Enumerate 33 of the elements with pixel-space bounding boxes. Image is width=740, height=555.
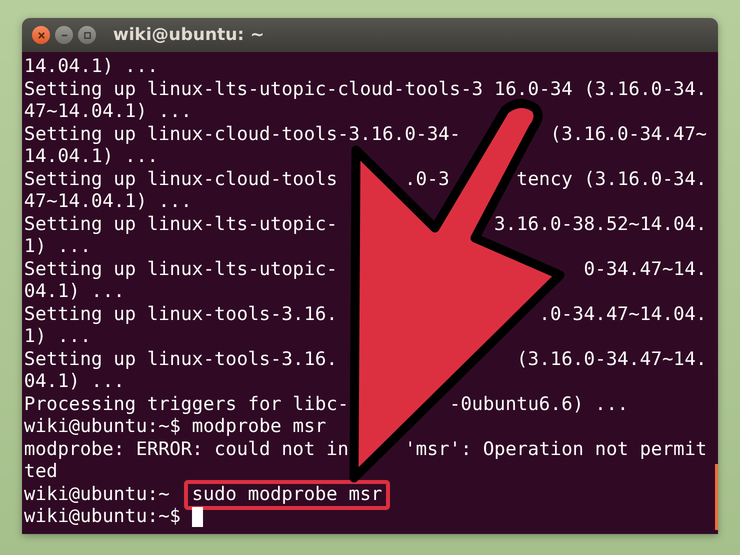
- terminal-text: -0ubuntu6.6) ...: [449, 394, 628, 416]
- terminal-text: wiki@ubuntu:~$ modprobe msr: [24, 416, 326, 438]
- terminal-text: 16.0-34 (3.16.0-34.: [494, 78, 707, 101]
- terminal-text: tency (3.16.0-34.: [516, 168, 707, 191]
- terminal-text: 14.04.1) ...: [24, 146, 158, 168]
- terminal-text: 47~14.04.1) ...: [24, 191, 192, 214]
- terminal-text: 04.1) ...: [24, 281, 125, 304]
- terminal-text: sudo modprobe msr: [192, 484, 382, 505]
- terminal-text: Setting up linux-tools-3.16.: [24, 304, 338, 326]
- terminal-text: 'msr': Operation not permit: [404, 438, 707, 461]
- terminal-text: Setting up linux-cloud-tools-3.16.0-34-: [24, 124, 461, 146]
- terminal-text: Setting up linux-lts-utopic-cloud-tools-3: [24, 78, 483, 101]
- terminal-text: Setting up linux-cloud-tools: [24, 168, 338, 191]
- terminal-text: 0-34.47~14.: [584, 258, 707, 281]
- terminal-text: Setting up linux-lts-utopic-: [24, 258, 338, 281]
- terminal-text: (3.16.0-34.47~14.: [516, 348, 707, 371]
- terminal-text: 14.04.1) ...: [24, 56, 158, 78]
- terminal-text: Processing triggers for libc-: [24, 394, 349, 416]
- terminal-text: .0-3: [404, 168, 450, 191]
- terminal-text: 47~14.04.1) ...: [24, 101, 192, 124]
- terminal-text: modprobe: ERROR: could not in: [24, 438, 349, 461]
- window-title: wiki@ubuntu: ~: [113, 25, 264, 45]
- terminal-text: ted: [24, 461, 58, 484]
- terminal-text: (3.16.0-34.47~: [550, 124, 707, 146]
- terminal-text: 3.16.0-38.52~14.04.: [494, 214, 707, 236]
- terminal-text: wiki@ubuntu:~$: [24, 506, 181, 528]
- terminal-text: 04.1) ...: [24, 371, 125, 394]
- terminal-text: .0-34.47~14.04.: [538, 304, 707, 326]
- terminal-text: Setting up linux-lts-utopic-: [24, 214, 338, 236]
- terminal-text: 1) ...: [24, 236, 92, 258]
- terminal-text: 1) ...: [24, 326, 92, 348]
- terminal-text: Setting up linux-tools-3.16.: [24, 348, 338, 371]
- terminal-text: wiki@ubuntu:~: [24, 484, 170, 506]
